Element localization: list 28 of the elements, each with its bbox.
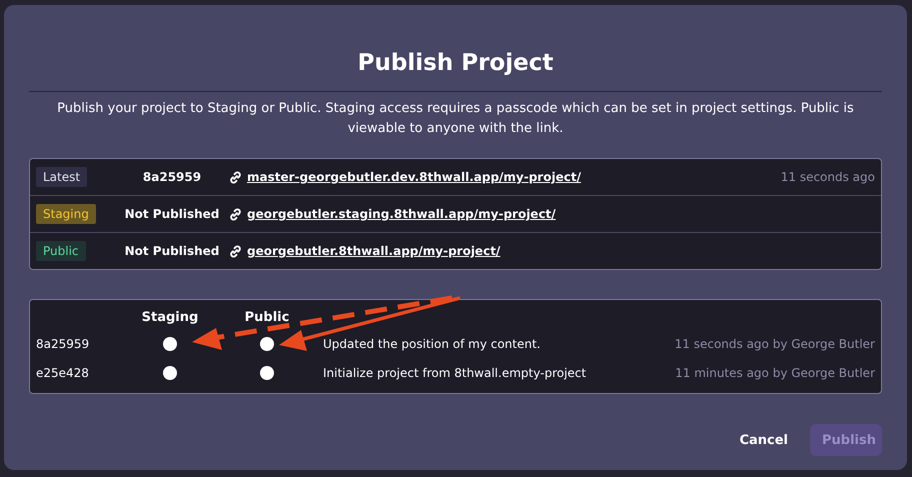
url-link[interactable]: georgebutler.staging.8thwall.app/my-project/ (228, 206, 556, 222)
commit-message: Initialize project from 8thwall.empty-project (323, 366, 586, 380)
environment-tag: Staging (36, 204, 96, 224)
radio-button[interactable] (260, 336, 274, 350)
environment-tag: Public (36, 241, 86, 261)
url-link[interactable]: georgebutler.8thwall.app/my-project/ (228, 244, 500, 258)
time-text: 11 minutes ago by George Butler (675, 366, 875, 380)
radio-button[interactable] (163, 366, 177, 380)
link-icon (228, 244, 243, 258)
time-text: 11 seconds ago by George Butler (674, 336, 875, 350)
column-header: Staging (142, 310, 198, 324)
radio-button[interactable] (163, 336, 177, 350)
link-icon (228, 206, 243, 222)
status-text: 8a25959 (142, 170, 202, 184)
link-icon (228, 170, 243, 184)
radio-button[interactable] (260, 366, 274, 380)
commit-hash: e25e428 (36, 366, 89, 380)
url-link[interactable]: master-georgebutler.dev.8thwall.app/my-project/ (228, 170, 581, 184)
status-text: Not Published (124, 207, 220, 221)
cancel-button[interactable]: Cancel (739, 432, 788, 448)
column-header: Public (244, 310, 290, 324)
time-text: 11 seconds ago (780, 170, 875, 184)
commit-message: Updated the position of my content. (323, 336, 540, 350)
environment-tag: Latest (36, 167, 88, 187)
commit-hash: 8a25959 (36, 336, 90, 350)
status-text: Not Published (124, 244, 220, 258)
description-text: Publish your project to Staging or Public. Staging access requires a passcode which can be set in project settings. Public is viewable to anyone with the link. (56, 100, 855, 138)
dialog-title: Publish Project (356, 49, 554, 78)
